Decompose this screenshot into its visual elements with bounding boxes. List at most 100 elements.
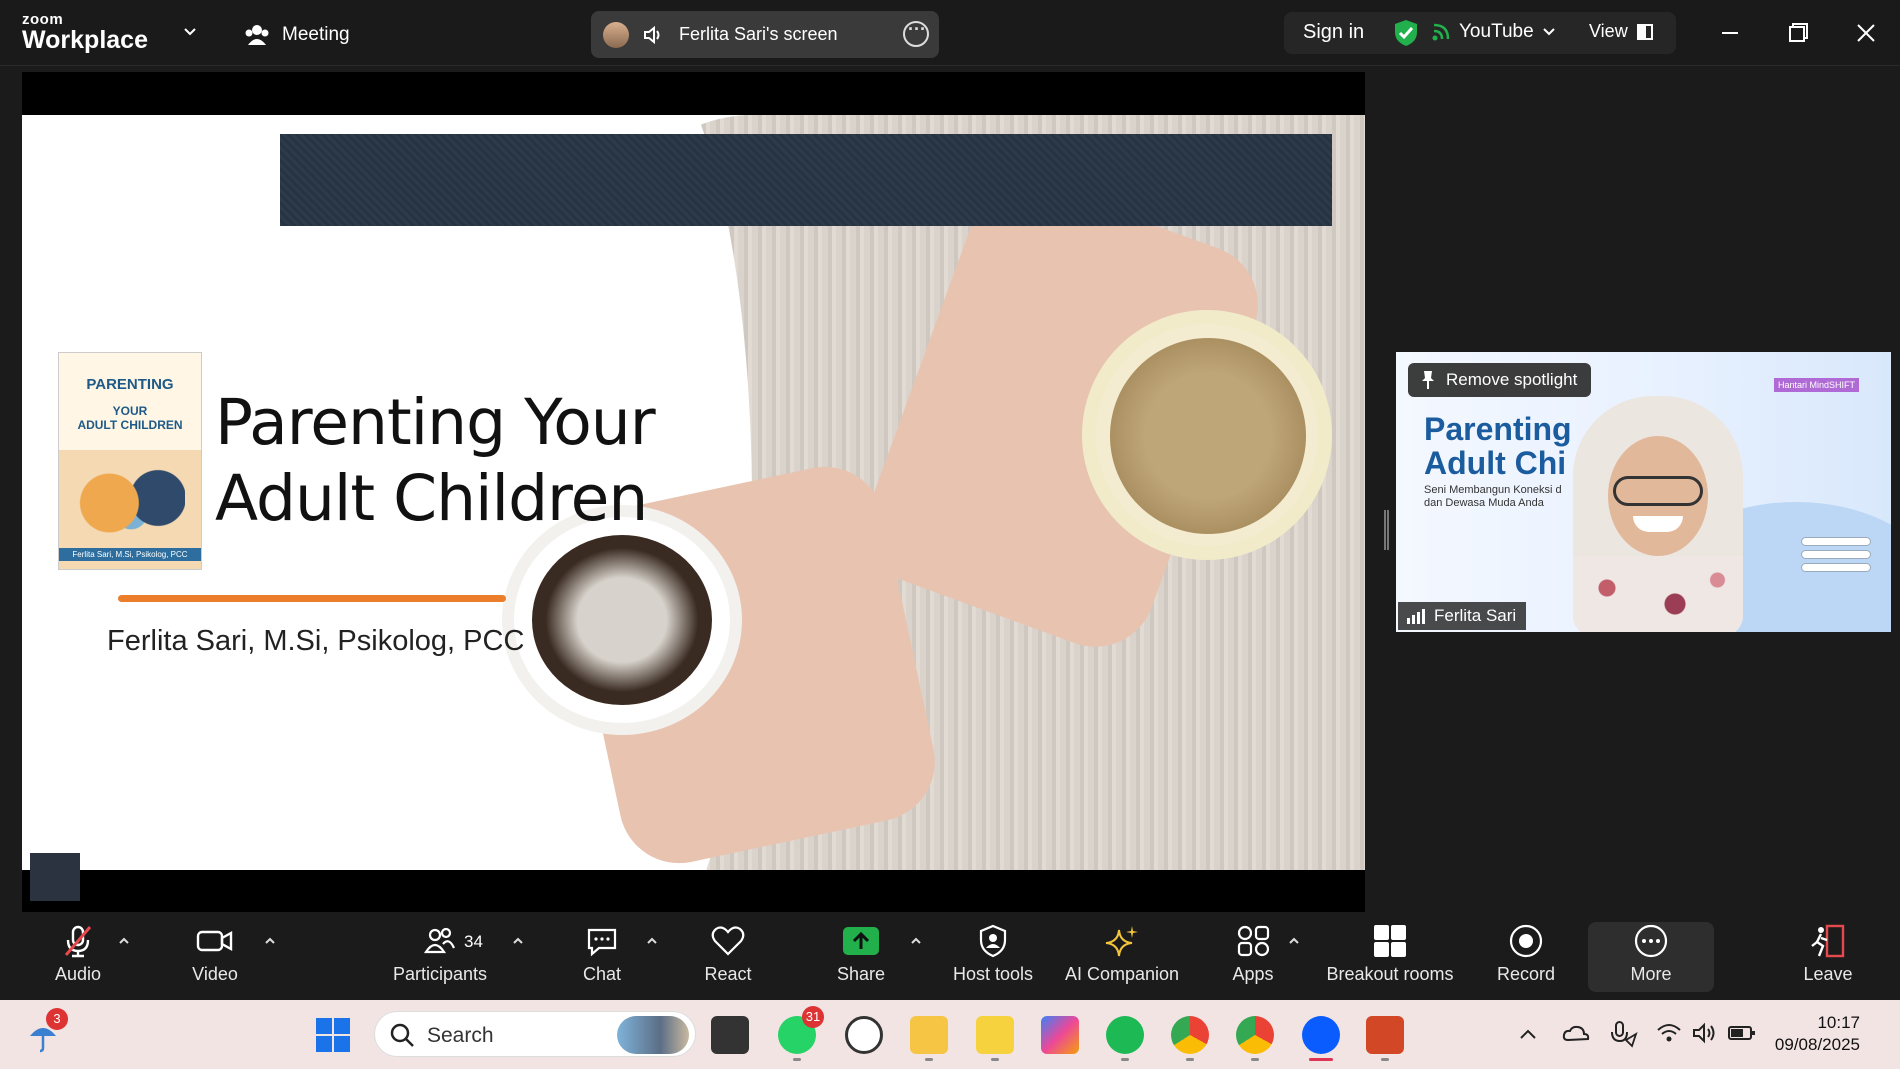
- book-subtitle: YOUR ADULT CHILDREN: [59, 404, 201, 433]
- ai-companion-button[interactable]: AI Companion: [1062, 924, 1182, 985]
- virtual-bg-brand: Hantari MindSHIFT: [1773, 378, 1859, 392]
- windows-taskbar: 3 Search 31 10:17 09/08/2025: [0, 1000, 1900, 1069]
- youtube-label: YouTube: [1459, 21, 1534, 42]
- chevron-down-icon[interactable]: [182, 24, 198, 40]
- leave-button[interactable]: Leave: [1798, 924, 1858, 985]
- virtual-bg-sub-line2: dan Dewasa Muda Anda: [1424, 497, 1544, 509]
- remove-spotlight-button[interactable]: Remove spotlight: [1408, 363, 1592, 397]
- encryption-shield-icon[interactable]: [1392, 18, 1420, 48]
- virtual-bg-sub-line1: Seni Membangun Koneksi d: [1424, 484, 1562, 496]
- screen-share-indicator[interactable]: Ferlita Sari's screen: [591, 11, 939, 58]
- windows-start-icon[interactable]: [314, 1016, 352, 1054]
- broadcast-icon: [1432, 23, 1450, 41]
- pin-icon: [1422, 371, 1434, 389]
- onedrive-icon[interactable]: [1562, 1022, 1590, 1046]
- virtual-bg-title: Parenting Adult Chi: [1424, 412, 1572, 480]
- breakout-rooms-button[interactable]: Breakout rooms: [1322, 924, 1458, 985]
- spotify-icon[interactable]: [1106, 1016, 1144, 1054]
- close-icon[interactable]: [1849, 16, 1883, 50]
- audio-button[interactable]: Audio: [48, 924, 108, 985]
- book-sub: ADULT CHILDREN: [77, 417, 183, 432]
- notification-badge: 3: [46, 1008, 68, 1030]
- apps-button[interactable]: Apps: [1223, 924, 1283, 985]
- view-button[interactable]: View: [1589, 21, 1654, 42]
- view-label: View: [1589, 21, 1628, 41]
- leave-door-icon: [1811, 924, 1845, 958]
- breakout-rooms-label: Breakout rooms: [1326, 964, 1454, 984]
- restore-icon[interactable]: [1781, 16, 1815, 50]
- spotlight-video-tile[interactable]: Parenting Adult Chi Seni Membangun Konek…: [1396, 352, 1891, 632]
- audio-label: Audio: [54, 964, 102, 984]
- more-options-icon[interactable]: [903, 19, 929, 47]
- copilot-icon[interactable]: [1041, 1016, 1079, 1054]
- more-icon: [1634, 924, 1668, 958]
- record-label: Record: [1496, 964, 1556, 984]
- chat-icon: [587, 928, 617, 957]
- slide-title-line1: Parenting Your: [215, 386, 656, 459]
- microphone-muted-icon: [64, 925, 92, 958]
- chevron-up-icon[interactable]: [117, 934, 131, 948]
- video-button[interactable]: Video: [185, 924, 245, 985]
- chat-button[interactable]: Chat: [572, 924, 632, 985]
- taskbar-search[interactable]: Search: [374, 1011, 696, 1057]
- slide-title-line2: Adult Children: [215, 462, 648, 535]
- microphone-icon[interactable]: [1608, 1020, 1638, 1048]
- screen-share-label: Ferlita Sari's screen: [679, 24, 838, 44]
- sticky-notes-icon[interactable]: [976, 1016, 1014, 1054]
- host-tools-label: Host tools: [952, 964, 1034, 984]
- chevron-up-icon[interactable]: [511, 934, 525, 948]
- chrome-icon[interactable]: [1236, 1016, 1274, 1054]
- share-button[interactable]: Share: [831, 924, 891, 985]
- record-icon: [1509, 924, 1543, 958]
- clock-app-icon[interactable]: [845, 1016, 883, 1054]
- title-underline: [118, 595, 506, 602]
- task-view-icon[interactable]: [711, 1016, 749, 1054]
- participants-icon: [423, 927, 456, 954]
- active-indicator: [1309, 1058, 1333, 1061]
- notification-badge: 31: [802, 1006, 824, 1028]
- react-button[interactable]: React: [698, 924, 758, 985]
- livestream-youtube-button[interactable]: YouTube: [1431, 21, 1556, 43]
- avatar: [603, 21, 629, 48]
- powerpoint-icon[interactable]: [1366, 1016, 1404, 1054]
- chevron-up-icon[interactable]: [1287, 934, 1301, 948]
- apps-icon: [1237, 925, 1270, 957]
- chevron-up-icon[interactable]: [1518, 1026, 1538, 1042]
- resize-handle[interactable]: [1384, 510, 1389, 550]
- running-indicator: [991, 1058, 999, 1061]
- chevron-up-icon[interactable]: [645, 934, 659, 948]
- running-indicator: [1121, 1058, 1129, 1061]
- view-layout-icon: [1636, 23, 1653, 40]
- host-tools-button[interactable]: Host tools: [948, 924, 1038, 985]
- meeting-label: Meeting: [282, 24, 350, 45]
- file-explorer-icon[interactable]: [910, 1016, 948, 1054]
- chat-label: Chat: [582, 964, 622, 984]
- book-your: YOUR: [112, 404, 148, 418]
- wifi-icon[interactable]: [1656, 1022, 1682, 1044]
- title-bar: zoom Workplace Meeting Ferlita Sari's sc…: [0, 0, 1900, 66]
- share-label: Share: [836, 964, 886, 984]
- system-clock[interactable]: 10:17 09/08/2025: [1775, 1012, 1860, 1056]
- chevron-up-icon[interactable]: [909, 934, 923, 948]
- speaker-icon: [644, 25, 660, 44]
- minimize-icon[interactable]: [1713, 16, 1747, 50]
- virtual-bg-subtitle: Seni Membangun Koneksi d dan Dewasa Muda…: [1424, 484, 1562, 510]
- virtual-bg-title-line2: Adult Chi: [1424, 445, 1567, 481]
- shared-screen: PARENTING YOUR ADULT CHILDREN Ferlita Sar…: [22, 72, 1365, 912]
- chevron-up-icon[interactable]: [263, 934, 277, 948]
- chrome-profile-icon[interactable]: [1171, 1016, 1209, 1054]
- running-indicator: [1251, 1058, 1259, 1061]
- battery-icon[interactable]: [1728, 1024, 1756, 1042]
- more-button[interactable]: More: [1621, 924, 1681, 985]
- breakout-rooms-icon: [1374, 925, 1406, 957]
- volume-icon[interactable]: [1692, 1022, 1718, 1044]
- virtual-bg-pills: [1801, 537, 1871, 576]
- meeting-menu-button[interactable]: Meeting: [244, 20, 350, 50]
- zoom-logo: zoom Workplace: [22, 12, 148, 53]
- participant-video: [1573, 396, 1743, 632]
- record-button[interactable]: Record: [1496, 924, 1556, 985]
- heart-icon: [711, 926, 745, 956]
- share-screen-icon: [843, 927, 879, 955]
- zoom-app-icon[interactable]: [1302, 1016, 1340, 1054]
- sign-in-button[interactable]: Sign in: [1303, 21, 1364, 44]
